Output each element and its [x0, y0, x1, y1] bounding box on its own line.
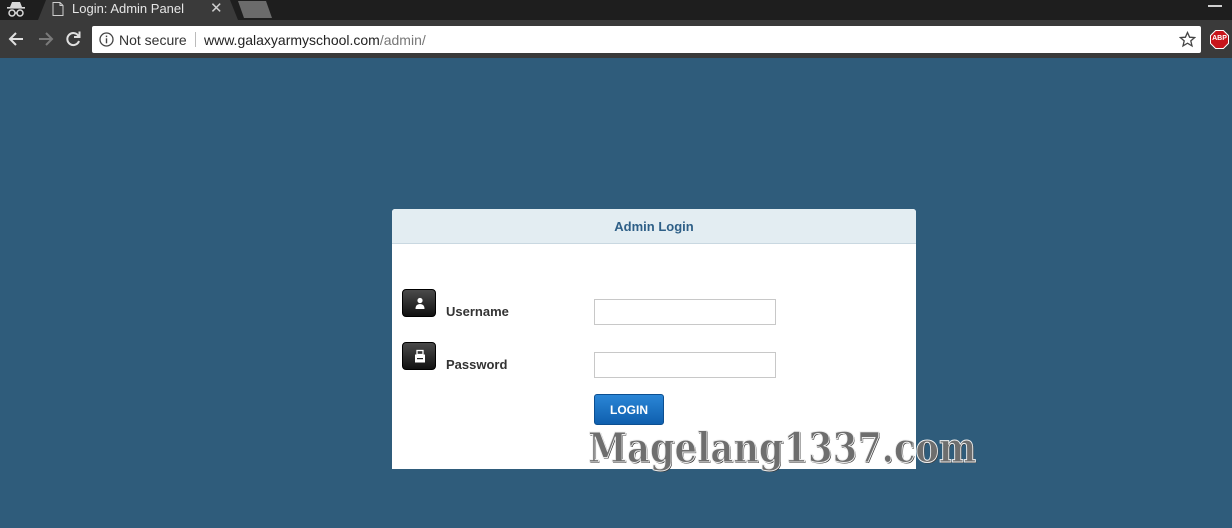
- tab-login-admin-panel[interactable]: Login: Admin Panel ✕: [38, 0, 238, 20]
- forward-icon[interactable]: [35, 29, 55, 49]
- info-icon[interactable]: [99, 32, 114, 47]
- panel-title: Admin Login: [614, 219, 694, 234]
- security-status-label[interactable]: Not secure: [119, 32, 187, 48]
- password-icon: [402, 342, 436, 370]
- url-host: www.galaxyarmyschool.com: [204, 32, 380, 48]
- login-button[interactable]: LOGIN: [594, 394, 664, 425]
- password-label: Password: [446, 357, 508, 372]
- tab-title: Login: Admin Panel: [72, 1, 185, 16]
- adblock-label: ABP: [1212, 35, 1227, 42]
- panel-header: Admin Login: [392, 209, 916, 244]
- browser-toolbar: Not secure www.galaxyarmyschool.com/admi…: [0, 20, 1232, 58]
- address-bar[interactable]: Not secure www.galaxyarmyschool.com/admi…: [92, 26, 1201, 53]
- adblock-icon[interactable]: ABP: [1210, 30, 1229, 49]
- page-icon: [52, 2, 64, 16]
- username-label: Username: [446, 304, 509, 319]
- url-path: /admin/: [379, 32, 426, 48]
- tab-close-icon[interactable]: ✕: [210, 0, 223, 18]
- reload-icon[interactable]: [63, 29, 83, 49]
- minimize-window-button[interactable]: [1208, 5, 1222, 7]
- tab-strip: Login: Admin Panel ✕: [0, 0, 1232, 20]
- star-icon[interactable]: [1179, 31, 1196, 48]
- password-input[interactable]: [594, 352, 776, 378]
- address-bar-divider: [195, 32, 196, 47]
- new-tab-button[interactable]: [238, 1, 272, 18]
- back-icon[interactable]: [7, 29, 27, 49]
- username-input[interactable]: [594, 299, 776, 325]
- url-text[interactable]: www.galaxyarmyschool.com/admin/: [204, 32, 426, 48]
- user-icon: [402, 289, 436, 317]
- incognito-icon: [7, 2, 25, 17]
- watermark-text: Magelang1337.com: [588, 424, 977, 473]
